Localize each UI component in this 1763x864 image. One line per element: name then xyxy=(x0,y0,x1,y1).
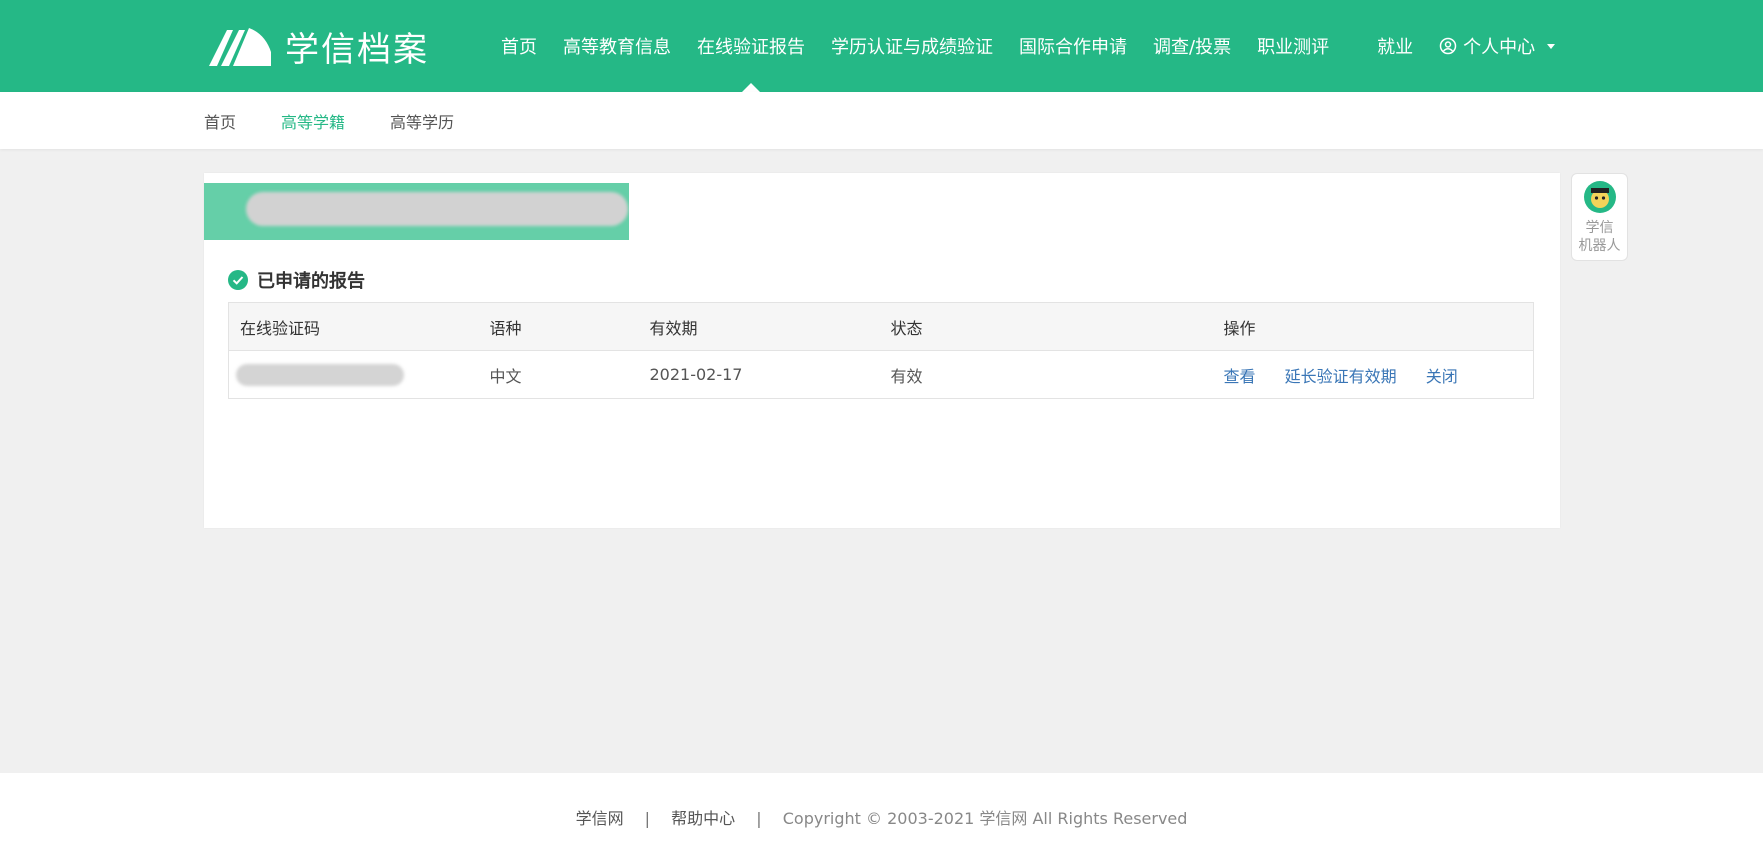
close-link[interactable]: 关闭 xyxy=(1426,367,1458,386)
breadcrumb-nav: 首页 高等学籍 高等学历 xyxy=(204,92,499,149)
top-navbar: 学信档案 首页 高等教育信息 在线验证报告 学历认证与成绩验证 国际合作申请 调… xyxy=(0,0,1763,92)
main-card: 已申请的报告 在线验证码 语种 有效期 状态 操作 中文 2021-02-17 … xyxy=(204,173,1560,528)
check-circle-icon xyxy=(228,270,248,290)
cell-status: 有效 xyxy=(879,350,1213,399)
user-circle-icon xyxy=(1439,37,1457,55)
col-header-actions: 操作 xyxy=(1212,302,1534,351)
nav-career-test[interactable]: 职业测评 xyxy=(1244,0,1342,92)
col-header-code: 在线验证码 xyxy=(228,302,479,351)
nav-employment[interactable]: 就业 xyxy=(1364,0,1426,92)
footer-separator: | xyxy=(644,809,651,828)
subnav-enrollment[interactable]: 高等学籍 xyxy=(281,109,345,133)
robot-label-line2: 机器人 xyxy=(1578,238,1621,254)
nav-higher-education[interactable]: 高等教育信息 xyxy=(550,0,684,92)
nav-survey[interactable]: 调查/投票 xyxy=(1140,0,1244,92)
footer-separator: | xyxy=(756,809,762,828)
footer-links: 学信网 | 帮助中心 | Copyright © 2003-2021 学信网 A… xyxy=(0,805,1763,829)
table-row: 中文 2021-02-17 有效 查看 延长验证有效期 关闭 xyxy=(228,350,1534,399)
extend-validity-link[interactable]: 延长验证有效期 xyxy=(1285,367,1397,386)
table-header-row: 在线验证码 语种 有效期 状态 操作 xyxy=(228,302,1534,351)
chevron-down-icon xyxy=(1547,43,1556,49)
user-center-menu[interactable]: 个人中心 xyxy=(1426,0,1568,92)
logo-mark-icon xyxy=(209,28,271,66)
nav-certification[interactable]: 学历认证与成绩验证 xyxy=(818,0,1006,92)
site-logo[interactable]: 学信档案 xyxy=(205,22,429,70)
redacted-name xyxy=(246,192,628,226)
redacted-code xyxy=(236,363,404,386)
cell-code xyxy=(228,350,479,399)
user-banner xyxy=(204,183,629,240)
main-nav: 首页 高等教育信息 在线验证报告 学历认证与成绩验证 国际合作申请 调查/投票 … xyxy=(488,0,1568,92)
sub-navbar: 首页 高等学籍 高等学历 xyxy=(0,92,1763,149)
nav-online-verification[interactable]: 在线验证报告 xyxy=(684,0,818,92)
robot-label-line1: 学信 xyxy=(1585,220,1614,236)
nav-home[interactable]: 首页 xyxy=(488,0,550,92)
subnav-home[interactable]: 首页 xyxy=(204,109,236,133)
user-center-label: 个人中心 xyxy=(1463,37,1536,58)
cell-actions: 查看 延长验证有效期 关闭 xyxy=(1212,350,1534,399)
cell-expiry: 2021-02-17 xyxy=(638,350,880,399)
subnav-degree[interactable]: 高等学历 xyxy=(390,109,454,133)
footer-copyright: Copyright © 2003-2021 学信网 All Rights Res… xyxy=(782,809,1188,828)
reports-table: 在线验证码 语种 有效期 状态 操作 中文 2021-02-17 有效 查看 延… xyxy=(228,302,1534,399)
footer-link-help[interactable]: 帮助中心 xyxy=(671,809,735,828)
footer-link-chsi[interactable]: 学信网 xyxy=(576,809,624,828)
page-footer: 学信网 | 帮助中心 | Copyright © 2003-2021 学信网 A… xyxy=(0,773,1763,864)
col-header-language: 语种 xyxy=(478,302,639,351)
logo-text: 学信档案 xyxy=(285,29,429,70)
col-header-status: 状态 xyxy=(879,302,1213,351)
chat-robot-widget[interactable]: 学信 机器人 xyxy=(1571,173,1628,261)
robot-avatar-icon xyxy=(1583,181,1616,213)
nav-international[interactable]: 国际合作申请 xyxy=(1006,0,1140,92)
section-title: 已申请的报告 xyxy=(228,267,365,293)
col-header-expiry: 有效期 xyxy=(638,302,880,351)
section-title-text: 已申请的报告 xyxy=(257,271,365,292)
cell-language: 中文 xyxy=(478,350,639,399)
view-link[interactable]: 查看 xyxy=(1224,367,1256,386)
